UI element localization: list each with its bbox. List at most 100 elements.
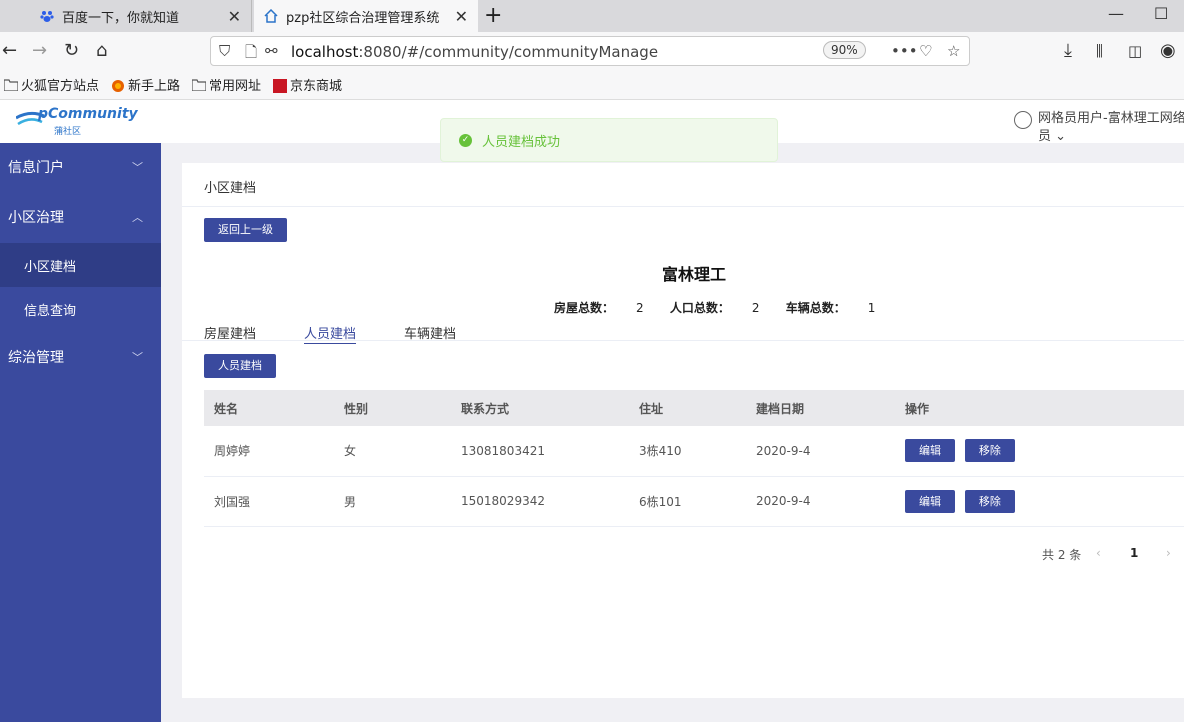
download-icon[interactable]: ⤓ (1064, 40, 1072, 61)
browser-tab-baidu[interactable]: 百度一下，你就知道 ✕ (30, 0, 252, 32)
back-button[interactable]: 返回上一级 (204, 218, 287, 242)
page-info-icon[interactable]: 🗋 (245, 42, 257, 67)
logo: pCommunity 蒲社区 (15, 106, 138, 137)
tab-label: pzp社区综合治理管理系统 (286, 10, 440, 26)
forward-arrow-icon[interactable]: → (32, 40, 47, 61)
main-card: 小区建档 返回上一级 富林理工 房屋总数： 2 人口总数： 2 车辆总数： 1 房屋建… (182, 163, 1184, 698)
cell-actions: 编辑 移除 (905, 476, 1184, 527)
logo-subtitle: 蒲社区 (54, 127, 82, 137)
house-count: 房屋总数： 2 (554, 301, 644, 315)
column-header[interactable]: 建档日期 (756, 390, 905, 426)
library-icon[interactable]: ⫼ (1096, 42, 1103, 60)
cell-gender: 女 (344, 426, 461, 477)
sidebar-item-info-query[interactable]: 信息查询 (0, 287, 161, 331)
sidebar-item-label: 小区建档 (24, 259, 77, 275)
sidebar-item-label: 信息查询 (24, 303, 77, 319)
url-host: localhost (291, 43, 359, 61)
folder-icon (3, 78, 19, 92)
bookmark-label: 火狐官方站点 (21, 79, 100, 94)
tabs-divider (182, 340, 1184, 341)
chevron-down-icon: ﹀ (132, 351, 143, 364)
table-row: 周婷婷 女 13081803421 3栋410 2020-9-4 编辑 移除 (204, 426, 1184, 477)
firefox-icon (111, 79, 125, 92)
edit-button[interactable]: 编辑 (905, 489, 955, 513)
url-bar[interactable]: ⛉ 🗋 ⚯ localhost:8080/#/community/communi… (210, 36, 970, 66)
cell-address: 6栋101 (639, 476, 756, 527)
chevron-down-icon: ﹀ (132, 161, 143, 174)
permissions-icon[interactable]: ⚯ (265, 42, 278, 60)
cell-name: 刘国强 (204, 476, 344, 527)
cell-address: 3栋410 (639, 426, 756, 477)
home-icon[interactable]: ⌂ (96, 40, 107, 61)
bookmarks-bar: 火狐官方站点 新手上路 常用网址 京东商城 (0, 70, 1184, 100)
column-header[interactable]: 姓名 (204, 390, 344, 426)
zoom-level[interactable]: 90% (823, 41, 866, 59)
account-icon[interactable]: ◉ (1160, 40, 1176, 61)
sidebar-item-community-governance[interactable]: 小区治理 ︿ (0, 193, 161, 241)
table-header-row: 姓名 性别 联系方式 住址 建档日期 操作 (204, 390, 1184, 426)
column-header[interactable]: 联系方式 (461, 390, 639, 426)
browser-tab-pzp[interactable]: pzp社区综合治理管理系统 ✕ (254, 0, 478, 32)
bookmark-star-icon[interactable]: ☆ (947, 42, 960, 60)
column-header[interactable]: 住址 (639, 390, 756, 426)
logo-text: pCommunity (38, 106, 138, 122)
user-name[interactable]: 网格员用户-富林理工网络员 ⌄ (1038, 110, 1184, 146)
new-tab-icon[interactable]: + (484, 3, 502, 28)
sidebar-item-info-portal[interactable]: 信息门户 ﹀ (0, 143, 161, 191)
maximize-icon[interactable]: ☐ (1154, 4, 1168, 23)
sidebar: 信息门户 ﹀ 小区治理 ︿ 小区建档 信息查询 综治管理 ﹀ (0, 143, 161, 722)
jd-icon (273, 78, 288, 93)
edit-button[interactable]: 编辑 (905, 439, 955, 463)
sidebar-item-label: 小区治理 (8, 210, 64, 226)
success-toast: ✓ 人员建档成功 (440, 118, 778, 162)
bookmark-label: 京东商城 (290, 79, 343, 94)
column-header[interactable]: 操作 (905, 390, 1184, 426)
shield-icon[interactable]: ⛉ (219, 42, 230, 60)
sidebar-item-label: 综治管理 (8, 350, 64, 366)
chevron-down-icon: ⌄ (1055, 129, 1067, 144)
page-number[interactable]: 1 (1130, 546, 1138, 560)
cell-phone: 15018029342 (461, 476, 639, 527)
cell-date: 2020-9-4 (756, 426, 905, 477)
remove-button[interactable]: 移除 (964, 489, 1015, 513)
bookmark-item[interactable]: 火狐官方站点 (3, 75, 100, 94)
cell-gender: 男 (344, 476, 461, 527)
reload-icon[interactable]: ↻ (64, 40, 79, 61)
browser-navbar: ← → ↻ ⌂ ⛉ 🗋 ⚯ localhost:8080/#/community… (0, 32, 1184, 70)
vehicle-count: 车辆总数： 1 (785, 301, 876, 315)
bookmark-label: 常用网址 (209, 79, 262, 94)
minimize-icon[interactable]: — (1108, 4, 1124, 23)
folder-icon (191, 78, 207, 92)
sidebar-item-label: 信息门户 (8, 160, 64, 176)
cell-actions: 编辑 移除 (905, 426, 1184, 477)
user-icon (1014, 111, 1032, 129)
back-arrow-icon[interactable]: ← (2, 40, 17, 61)
sidebar-item-community-archive[interactable]: 小区建档 (0, 243, 161, 287)
url-path: :8080/#/community/communityManage (358, 43, 659, 61)
close-icon[interactable]: ✕ (228, 7, 241, 26)
close-icon[interactable]: ✕ (455, 7, 468, 26)
chevron-left-icon[interactable]: ‹ (1096, 546, 1101, 560)
chevron-right-icon[interactable]: › (1166, 546, 1171, 560)
bookmark-item[interactable]: 常用网址 (191, 75, 262, 94)
bookmark-item[interactable]: 京东商城 (273, 75, 342, 94)
more-icon[interactable]: ••• (891, 42, 918, 60)
check-circle-icon: ✓ (459, 133, 472, 147)
page-title: 小区建档 (204, 181, 257, 196)
pagination-total: 共 2 条 (1042, 548, 1082, 562)
url-text[interactable]: localhost:8080/#/community/communityMana… (291, 43, 658, 61)
toast-message: 人员建档成功 (482, 134, 561, 150)
pocket-icon[interactable]: ♡ (919, 42, 932, 60)
sidebar-toggle-icon[interactable]: ◫ (1128, 42, 1142, 60)
remove-button[interactable]: 移除 (964, 439, 1015, 463)
people-table: 姓名 性别 联系方式 住址 建档日期 操作 周婷婷 女 13081803421 … (204, 390, 1184, 527)
column-header[interactable]: 性别 (344, 390, 461, 426)
divider (182, 206, 1184, 207)
sidebar-item-comprehensive-management[interactable]: 综治管理 ﹀ (0, 333, 161, 381)
people-count: 人口总数： 2 (669, 301, 760, 315)
bookmark-item[interactable]: 新手上路 (111, 75, 180, 94)
chevron-up-icon: ︿ (132, 211, 143, 224)
tab-label: 百度一下，你就知道 (62, 10, 180, 26)
table-row: 刘国强 男 15018029342 6栋101 2020-9-4 编辑 移除 (204, 476, 1184, 527)
add-person-button[interactable]: 人员建档 (204, 354, 276, 378)
